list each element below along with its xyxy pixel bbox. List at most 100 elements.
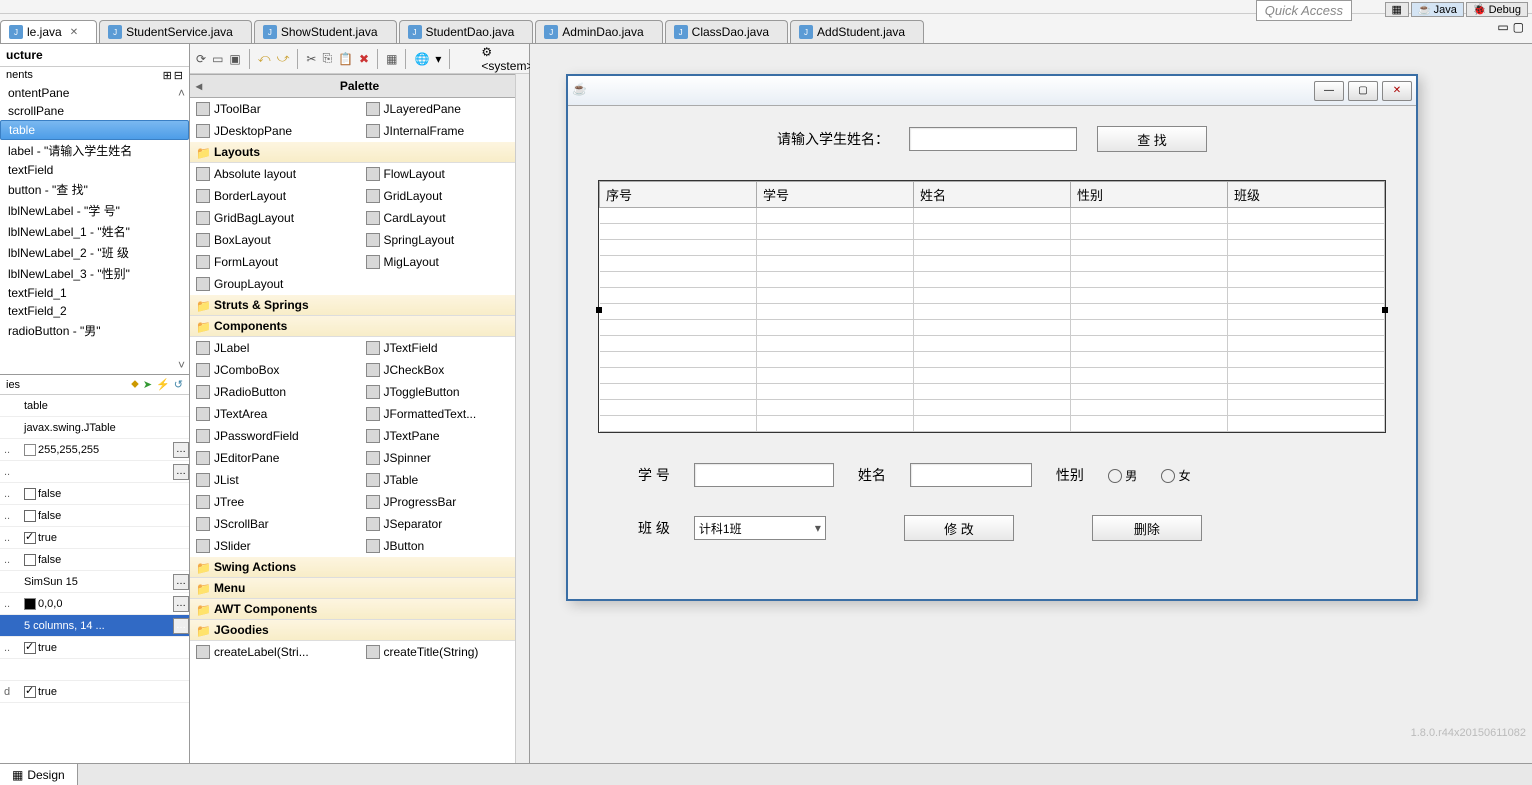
refresh-icon[interactable]: ⟳ — [196, 49, 206, 69]
quick-access-field[interactable]: Quick Access — [1256, 0, 1352, 21]
redo-icon[interactable]: ⤻ — [277, 49, 290, 69]
palette-item[interactable]: JInternalFrame — [360, 120, 530, 142]
editor-tab[interactable]: JShowStudent.java — [254, 20, 397, 43]
table-row[interactable] — [600, 272, 1385, 288]
palette-item[interactable]: MigLayout — [360, 251, 530, 273]
palette-item[interactable]: JSlider — [190, 535, 360, 557]
table-row[interactable] — [600, 240, 1385, 256]
more-button[interactable]: … — [173, 464, 189, 480]
palette-item[interactable]: JProgressBar — [360, 491, 530, 513]
more-button[interactable]: … — [173, 596, 189, 612]
prop-variable[interactable]: table — [20, 400, 189, 412]
checkbox-icon[interactable] — [24, 532, 36, 544]
tree-item[interactable]: textField_1 — [0, 284, 189, 302]
maximize-button[interactable]: ▢ — [1348, 81, 1378, 101]
palette-item[interactable]: JDesktopPane — [190, 120, 360, 142]
table-row[interactable] — [600, 320, 1385, 336]
student-table[interactable]: 序号学号姓名性别班级 — [598, 180, 1386, 433]
table-header[interactable]: 性别 — [1071, 182, 1228, 208]
design-tab[interactable]: ▦Design — [0, 764, 78, 785]
tree-item[interactable]: lblNewLabel_3 - "性别" — [0, 263, 189, 284]
palette-category-jgoodies[interactable]: 📁JGoodies — [190, 620, 529, 641]
editor-tab[interactable]: JAdminDao.java — [535, 20, 662, 43]
radio-male[interactable]: 男 — [1108, 467, 1137, 484]
palette-item[interactable]: JTextArea — [190, 403, 360, 425]
show-events-icon[interactable]: ⚡ — [156, 378, 170, 391]
id-input[interactable] — [694, 463, 834, 487]
palette-item[interactable] — [360, 273, 530, 295]
minimize-button[interactable]: — — [1314, 81, 1344, 101]
palette-item[interactable]: JSpinner — [360, 447, 530, 469]
jframe-preview[interactable]: ☕ — ▢ ✕ 请输入学生姓名： 查 找 序号学 — [566, 74, 1418, 601]
palette-item[interactable]: Absolute layout — [190, 163, 360, 185]
palette-item[interactable]: JComboBox — [190, 359, 360, 381]
tree-item[interactable]: lblNewLabel_2 - "班 级 — [0, 242, 189, 263]
tree-item[interactable]: radioButton - "男" — [0, 320, 189, 341]
cut-icon[interactable]: ✂ — [306, 49, 316, 69]
java-perspective-button[interactable]: ☕Java — [1411, 2, 1464, 17]
palette-item[interactable]: JSeparator — [360, 513, 530, 535]
maximize-icon[interactable]: ▢ — [1513, 20, 1524, 34]
palette-category-components[interactable]: 📁Components — [190, 316, 529, 337]
more-button[interactable]: … — [173, 574, 189, 590]
checkbox-icon[interactable] — [24, 554, 36, 566]
prop-columnselection[interactable]: false — [20, 510, 189, 522]
close-icon[interactable]: ✕ — [70, 27, 78, 38]
palette-item[interactable]: CardLayout — [360, 207, 530, 229]
editor-tab[interactable]: JStudentDao.java — [399, 20, 534, 43]
table-row[interactable] — [600, 352, 1385, 368]
chevron-down-icon[interactable]: ˅ — [178, 358, 185, 372]
prop-font[interactable]: SimSun 15 — [20, 576, 173, 588]
checkbox-icon[interactable] — [24, 488, 36, 500]
checkbox-icon[interactable] — [24, 510, 36, 522]
table-header[interactable]: 班级 — [1228, 182, 1385, 208]
globe-icon[interactable]: 🌐 — [414, 49, 429, 69]
palette-item[interactable]: FlowLayout — [360, 163, 530, 185]
tree-item[interactable]: textField_2 — [0, 302, 189, 320]
properties-table[interactable]: table javax.swing.JTable ..255,255,255… … — [0, 395, 189, 763]
table-row[interactable] — [600, 208, 1385, 224]
class-combo[interactable]: 计科1班▾ — [694, 516, 826, 540]
restore-default-icon[interactable]: ↺ — [174, 378, 183, 391]
tree-item[interactable]: lblNewLabel_1 - "姓名" — [0, 221, 189, 242]
palette-item[interactable]: JPasswordField — [190, 425, 360, 447]
scrollbar[interactable] — [515, 74, 529, 763]
search-input[interactable] — [909, 127, 1077, 151]
debug-perspective-button[interactable]: 🐞Debug — [1466, 2, 1528, 17]
palette-category-struts[interactable]: 📁Struts & Springs — [190, 295, 529, 316]
editor-tab[interactable]: JStudentService.java — [99, 20, 252, 43]
goto-definition-icon[interactable]: ➤ — [143, 378, 152, 391]
table-row[interactable] — [600, 368, 1385, 384]
table-row[interactable] — [600, 384, 1385, 400]
palette-item[interactable]: JToggleButton — [360, 381, 530, 403]
tree-item[interactable]: button - "查 找" — [0, 179, 189, 200]
collapse-all-icon[interactable]: ⊟ — [174, 69, 183, 82]
palette-item[interactable]: JToolBar — [190, 98, 360, 120]
palette-item[interactable]: JButton — [360, 535, 530, 557]
prop-rowselection[interactable]: true — [20, 642, 189, 654]
tree-item[interactable]: lblNewLabel - "学 号" — [0, 200, 189, 221]
preview-icon[interactable]: ▦ — [386, 49, 397, 69]
palette-item[interactable]: BorderLayout — [190, 185, 360, 207]
search-button[interactable]: 查 找 — [1097, 126, 1207, 152]
more-button[interactable]: … — [173, 618, 189, 634]
editor-tab[interactable]: JClassDao.java — [665, 20, 788, 43]
palette-item[interactable]: createTitle(String) — [360, 641, 530, 663]
chevron-up-icon[interactable]: ˄ — [178, 86, 185, 100]
component-tree[interactable]: ˄ ontentPane scrollPane table label - "请… — [0, 84, 189, 374]
table-header[interactable]: 序号 — [600, 182, 757, 208]
copy-icon[interactable]: ⎘ — [322, 49, 332, 69]
palette-category-layouts[interactable]: 📁Layouts — [190, 142, 529, 163]
prop-showgrid[interactable]: true — [20, 686, 189, 698]
prop-enabled[interactable]: true — [20, 532, 189, 544]
table-row[interactable] — [600, 224, 1385, 240]
table-row[interactable] — [600, 304, 1385, 320]
palette-item[interactable]: BoxLayout — [190, 229, 360, 251]
design-canvas[interactable]: ☕ — ▢ ✕ 请输入学生姓名： 查 找 序号学 — [530, 44, 1532, 763]
prop-background[interactable]: 255,255,255 — [20, 444, 173, 456]
dropdown-icon[interactable]: ▾ — [435, 52, 441, 66]
palette-item[interactable]: JTree — [190, 491, 360, 513]
palette-item[interactable]: GridLayout — [360, 185, 530, 207]
tree-item-selected[interactable]: table — [0, 120, 189, 140]
table-row[interactable] — [600, 416, 1385, 432]
